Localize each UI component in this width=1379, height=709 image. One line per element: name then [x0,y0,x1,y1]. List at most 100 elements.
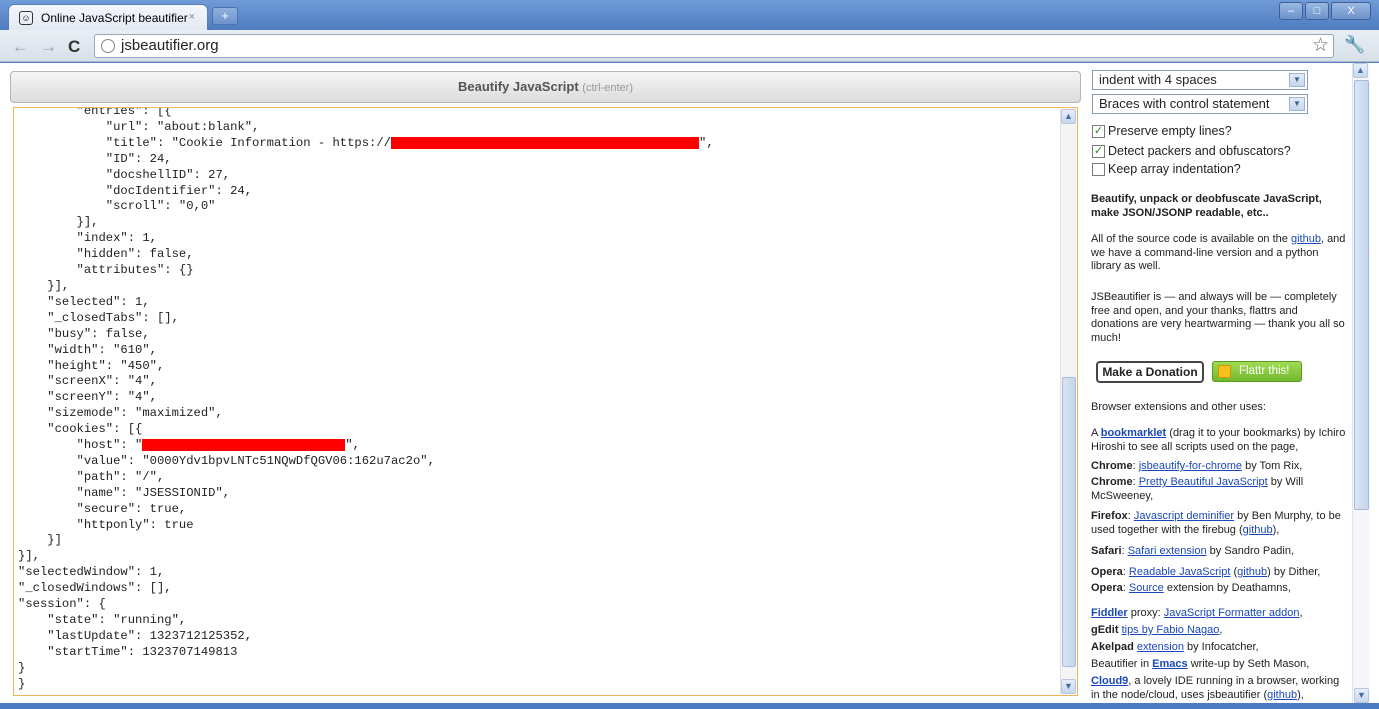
text: All of the source code is available on t… [1091,233,1291,245]
firebug-github-link[interactable]: github [1243,524,1273,536]
text: Akelpad [1091,641,1134,653]
page-scroll-thumb[interactable] [1354,80,1369,510]
beautify-button[interactable]: Beautify JavaScript (ctrl-enter) [10,71,1081,103]
jsbeautify-for-chrome-link[interactable]: jsbeautify-for-chrome [1139,460,1242,472]
bookmark-star-icon[interactable]: ☆ [1312,34,1329,57]
code-line: "docshellID": 27, [18,167,231,182]
code-scroll-thumb[interactable] [1062,377,1076,667]
scroll-up-arrow-icon[interactable]: ▲ [1061,109,1076,124]
code-line: "state": "running", [18,613,187,627]
window-titlebar: ☺ Online JavaScript beautifier × + – □ X [0,0,1379,30]
code-line: }] [18,533,62,548]
cloud9-link[interactable]: Cloud9 [1091,675,1128,687]
code-textarea[interactable]: "entries": [{ "url": "about:blank", "tit… [13,107,1078,696]
opera-ext-1: Opera: Readable JavaScript (github) by D… [1091,566,1321,578]
scroll-down-arrow-icon[interactable]: ▼ [1061,679,1076,694]
opera-ext-2: Opera: Source extension by Deathamns, [1091,582,1291,594]
text: A [1091,427,1101,439]
wrench-menu-icon[interactable]: 🔧 [1344,35,1365,55]
code-content: "entries": [{ "url": "about:blank", "tit… [18,107,714,693]
code-line: "index": 1, [18,231,157,246]
readable-javascript-link[interactable]: Readable JavaScript [1129,566,1231,578]
window-bottom-border [0,703,1379,709]
back-arrow-icon[interactable]: ← [12,37,29,57]
safari-extension-link[interactable]: Safari extension [1128,545,1207,557]
flattr-button[interactable]: Flattr this! [1212,361,1302,382]
browser-toolbar: ← → C jsbeautifier.org ☆ 🔧 [0,30,1379,62]
checkbox-checked-icon[interactable]: ✓ [1092,144,1105,158]
chevron-down-icon: ▼ [1289,97,1305,111]
akelpad-ext: Akelpad extension by Infocatcher, [1091,641,1347,655]
keep-array-indent-checkbox[interactable]: Keep array indentation? [1092,162,1241,176]
free-open-info: JSBeautifier is — and always will be — c… [1091,291,1345,344]
text: by Infocatcher, [1183,641,1259,653]
scroll-up-arrow-icon[interactable]: ▲ [1353,63,1368,78]
source-code-info: All of the source code is available on t… [1091,233,1347,274]
text: Safari [1091,545,1122,557]
code-scrollbar[interactable]: ▲ ▼ [1060,109,1076,694]
page-scrollbar[interactable]: ▲ ▼ [1352,63,1370,703]
tab-close-icon[interactable]: × [189,11,195,23]
flattr-icon [1218,365,1231,378]
emacs-link[interactable]: Emacs [1152,658,1187,670]
code-line: "screenX": "4", [18,374,157,389]
text: Opera [1091,566,1123,578]
beautify-label: Beautify JavaScript [457,79,579,94]
beautify-shortcut-hint: (ctrl-enter) [582,82,634,94]
forward-arrow-icon[interactable]: → [40,37,57,57]
new-tab-button[interactable]: + [212,7,238,25]
pretty-beautiful-js-link[interactable]: Pretty Beautiful JavaScript [1139,476,1268,488]
braces-select-value: Braces with control statement [1099,96,1270,111]
braces-select[interactable]: Braces with control statement ▼ [1092,94,1308,114]
minimize-button[interactable]: – [1279,2,1303,20]
close-window-button[interactable]: X [1331,2,1371,20]
tab-title: Online JavaScript beautifier [41,10,188,25]
cloud9-github-link[interactable]: github [1267,689,1297,701]
reload-icon[interactable]: C [68,37,80,57]
code-line: "name": "JSESSIONID", [18,485,231,500]
text: gEdit [1091,624,1119,636]
scroll-down-arrow-icon[interactable]: ▼ [1354,688,1369,703]
code-line: "selectedWindow": 1, [18,565,165,580]
detect-packers-checkbox[interactable]: ✓ Detect packers and obfuscators? [1092,144,1291,158]
browser-tab[interactable]: ☺ Online JavaScript beautifier × [8,4,208,30]
preserve-empty-lines-checkbox[interactable]: ✓ Preserve empty lines? [1092,124,1232,138]
javascript-formatter-addon-link[interactable]: JavaScript Formatter addon [1164,607,1300,619]
gedit-ext: gEdit tips by Fabio Nagao, [1091,624,1223,636]
javascript-deminifier-link[interactable]: Javascript deminifier [1134,510,1234,522]
fiddler-link[interactable]: Fiddler [1091,607,1128,619]
address-bar[interactable]: jsbeautifier.org [94,34,1334,58]
chrome-ext-2: Chrome: Pretty Beautiful JavaScript by W… [1091,476,1304,502]
favicon-icon: ☺ [19,10,33,25]
code-line: ", [345,438,360,453]
donate-button[interactable]: Make a Donation [1096,361,1204,383]
akelpad-extension-link[interactable]: extension [1137,641,1184,653]
code-line: ", [699,135,714,150]
code-line: "busy": false, [18,326,150,341]
gedit-tips-link[interactable]: tips by Fabio Nagao [1122,624,1220,636]
code-line: "docIdentifier": 24, [18,183,253,198]
bookmarklet-link[interactable]: bookmarklet [1101,427,1166,439]
maximize-button[interactable]: □ [1305,2,1329,20]
window-controls: – □ X [1279,2,1371,20]
code-line: } [18,660,26,675]
redaction-bar [391,136,699,149]
text: proxy: [1127,607,1164,619]
code-line: }], [18,215,99,230]
opera-github-link[interactable]: github [1237,566,1267,578]
text: by Sandro Padin, [1206,545,1295,557]
text: by Tom Rix, [1242,460,1303,472]
checkbox-unchecked-icon[interactable] [1092,162,1105,176]
emacs-ext: Beautifier in Emacs write-up by Seth Mas… [1091,658,1347,672]
page-content: Beautify JavaScript (ctrl-enter) "entrie… [0,63,1379,703]
text: , a lovely IDE running in a browser, wor… [1091,675,1340,701]
code-line: "entries": [{ [18,107,172,118]
code-line: "secure": true, [18,501,187,516]
text: Opera [1091,582,1123,594]
source-extension-link[interactable]: Source [1129,582,1164,594]
code-line: "_closedWindows": [], [18,581,172,596]
indent-select[interactable]: indent with 4 spaces ▼ [1092,70,1308,90]
checkbox-checked-icon[interactable]: ✓ [1092,124,1105,138]
code-line: "hidden": false, [18,247,194,262]
github-link[interactable]: github [1291,233,1321,245]
